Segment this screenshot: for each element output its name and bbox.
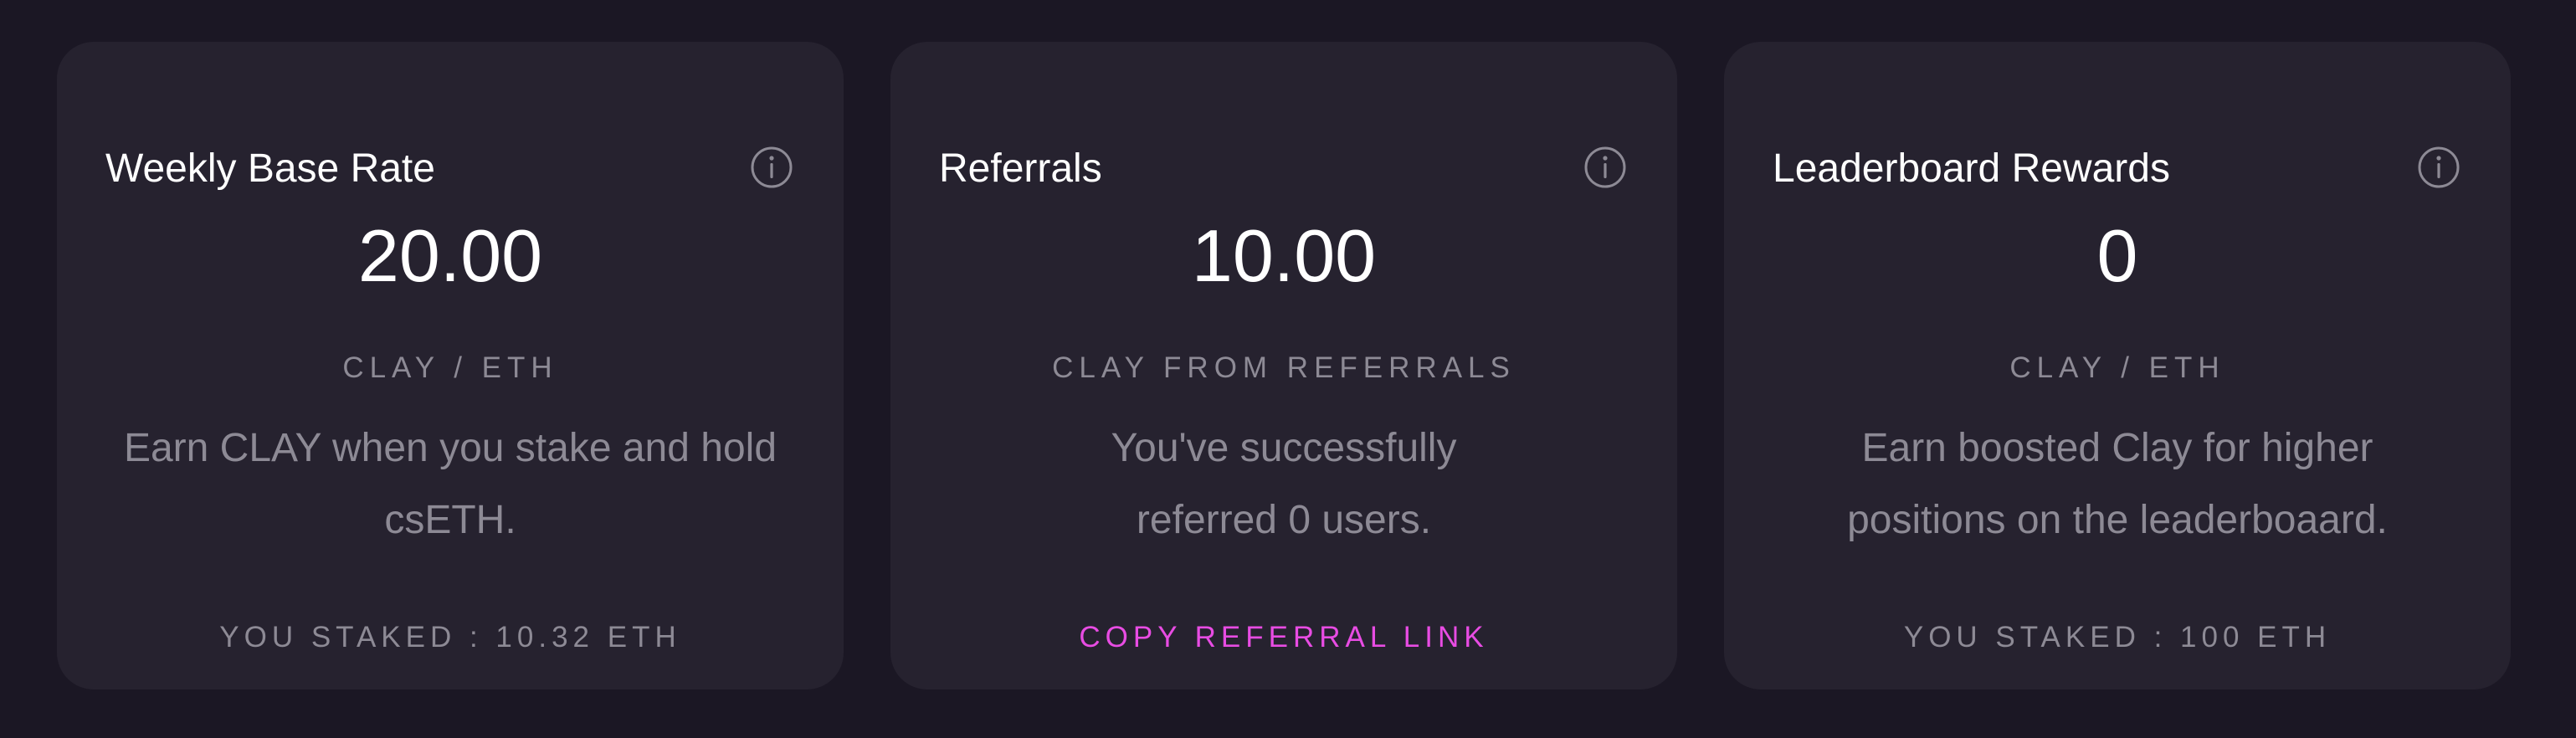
leaderboard-unit: CLAY / ETH (2009, 351, 2225, 384)
weekly-base-rate-card: Weekly Base Rate 20.00 CLAY / ETH Earn C… (57, 42, 844, 689)
card-title: Weekly Base Rate (105, 146, 435, 191)
card-title: Referrals (939, 146, 1102, 191)
card-description: You've successfully referred 0 users. (924, 413, 1644, 556)
referrals-card: Referrals 10.00 CLAY FROM REFERRALS You'… (890, 42, 1677, 689)
info-icon[interactable] (1583, 146, 1627, 189)
description-line: Earn boosted Clay for higher (1861, 426, 2373, 470)
staked-amount: YOU STAKED : 100 ETH (1903, 621, 2332, 653)
description-line: positions on the leaderboaard. (1847, 498, 2388, 542)
base-rate-value: 20.00 (357, 214, 543, 297)
referrals-unit: CLAY FROM REFERRALS (1052, 351, 1516, 384)
leaderboard-value: 0 (2096, 214, 2138, 297)
description-line: csETH. (384, 498, 516, 542)
base-rate-unit: CLAY / ETH (342, 351, 558, 384)
card-title: Leaderboard Rewards (1773, 146, 2170, 191)
referrals-value: 10.00 (1191, 214, 1377, 297)
info-icon[interactable] (2417, 146, 2461, 189)
reward-cards: Weekly Base Rate 20.00 CLAY / ETH Earn C… (57, 42, 2511, 689)
card-description: Earn boosted Clay for higher positions o… (1758, 413, 2477, 556)
description-line: You've successfully (1111, 426, 1457, 470)
card-description: Earn CLAY when you stake and hold csETH. (90, 413, 810, 556)
staked-amount: YOU STAKED : 10.32 ETH (219, 621, 681, 653)
info-icon[interactable] (750, 146, 793, 189)
leaderboard-rewards-card: Leaderboard Rewards 0 CLAY / ETH Earn bo… (1724, 42, 2511, 689)
description-line: referred 0 users. (1136, 498, 1432, 542)
copy-referral-link-button[interactable]: COPY REFERRAL LINK (890, 619, 1677, 656)
description-line: Earn CLAY when you stake and hold (123, 426, 777, 470)
